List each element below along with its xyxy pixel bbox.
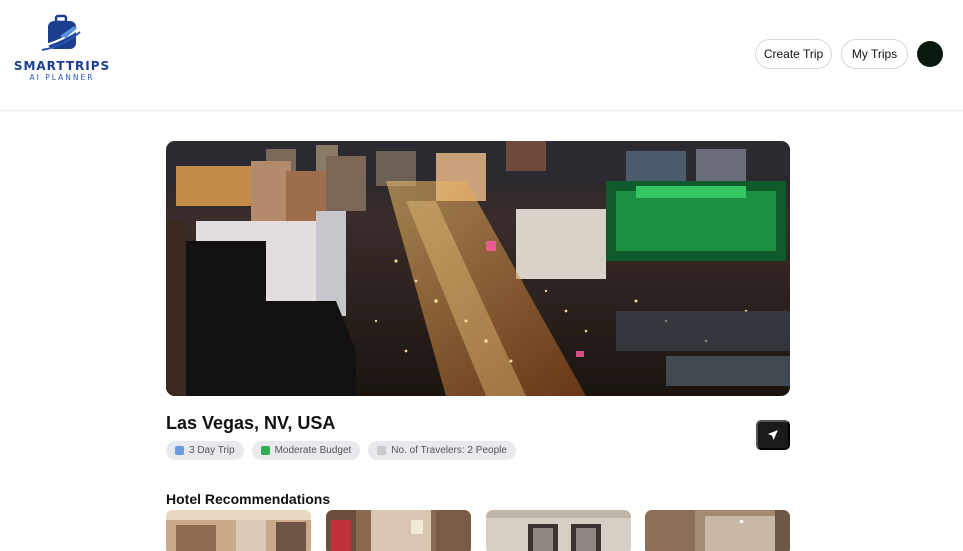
hotel-photo xyxy=(645,510,790,551)
travelers-label: No. of Travelers: 2 People xyxy=(391,445,507,456)
hotel-card[interactable] xyxy=(645,510,790,551)
duration-chip: 3 Day Trip xyxy=(166,441,244,460)
hotel-recommendations-title: Hotel Recommendations xyxy=(166,491,331,507)
hotel-photo xyxy=(486,510,631,551)
send-icon xyxy=(768,430,778,440)
travelers-icon xyxy=(377,446,387,455)
brand-subtitle: AI PLANNER xyxy=(29,73,95,82)
calendar-icon xyxy=(175,446,184,455)
hotel-photo xyxy=(326,510,471,551)
trip-location-title: Las Vegas, NV, USA xyxy=(166,413,336,433)
budget-chip: Moderate Budget xyxy=(251,441,361,460)
trip-info-chips: 3 Day Trip Moderate Budget No. of Travel… xyxy=(166,441,516,460)
hotel-photo xyxy=(166,510,311,551)
hotel-card[interactable] xyxy=(166,510,311,551)
create-trip-button[interactable]: Create Trip xyxy=(755,39,832,69)
trip-hero-image xyxy=(166,141,790,396)
hotel-card[interactable] xyxy=(326,510,471,551)
travelers-chip: No. of Travelers: 2 People xyxy=(368,441,516,460)
suitcase-plane-icon xyxy=(41,14,82,51)
brand-text: SMARTTRIPS AI PLANNER xyxy=(12,59,112,82)
top-header: SMARTTRIPS AI PLANNER Create Trip My Tri… xyxy=(0,0,963,111)
my-trips-button[interactable]: My Trips xyxy=(841,39,908,69)
budget-label: Moderate Budget xyxy=(274,445,352,456)
duration-label: 3 Day Trip xyxy=(189,445,235,456)
money-icon xyxy=(260,446,270,455)
brand-title: SMARTTRIPS xyxy=(13,59,111,73)
avatar[interactable] xyxy=(917,41,943,67)
brand-logo[interactable]: SMARTTRIPS AI PLANNER xyxy=(12,14,112,84)
city-night-photo xyxy=(166,141,790,396)
hotel-card[interactable] xyxy=(486,510,631,551)
share-button[interactable] xyxy=(756,420,790,450)
